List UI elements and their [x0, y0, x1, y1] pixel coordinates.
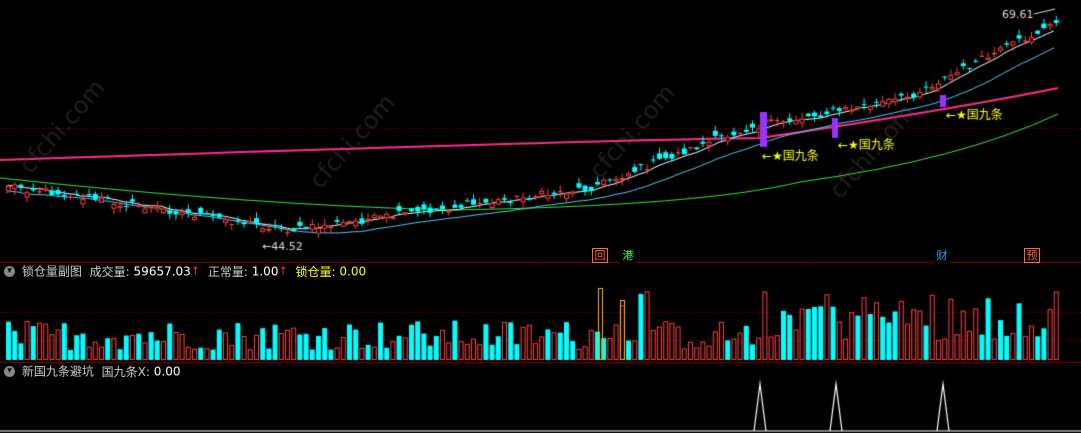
lock-value: 0.00	[339, 264, 367, 279]
volume-panel-title: 锁仓量副图	[21, 264, 82, 279]
chevron-down-icon[interactable]: ▾	[4, 366, 15, 377]
arrow-up-icon: ↑	[190, 264, 201, 278]
event-marker-yu[interactable]: 预	[1024, 248, 1040, 263]
normal-label: 正常量:	[207, 264, 248, 279]
vol-label: 成交量:	[89, 264, 130, 279]
signal-x-label: 国九条X:	[101, 364, 150, 379]
signal-panel-header: ▾ 新国九条避坑 国九条X: 0.00	[4, 363, 180, 379]
volume-panel-header: ▾ 锁仓量副图 成交量: 59657.03↑ 正常量: 1.00↑ 锁仓量: 0…	[4, 263, 366, 279]
signal-panel-title: 新国九条避坑	[21, 364, 94, 379]
lock-label: 锁仓量:	[295, 264, 336, 279]
arrow-up-icon: ↑	[278, 264, 288, 278]
event-marker-hui[interactable]: 回	[592, 248, 608, 263]
normal-value: 1.00	[251, 264, 279, 279]
event-marker-gang[interactable]: 港	[620, 248, 636, 263]
chevron-down-icon[interactable]: ▾	[4, 266, 15, 277]
signal-x-value: 0.00	[153, 364, 181, 379]
vol-value: 59657.03	[133, 264, 191, 279]
event-marker-cai[interactable]: 财	[934, 248, 950, 263]
